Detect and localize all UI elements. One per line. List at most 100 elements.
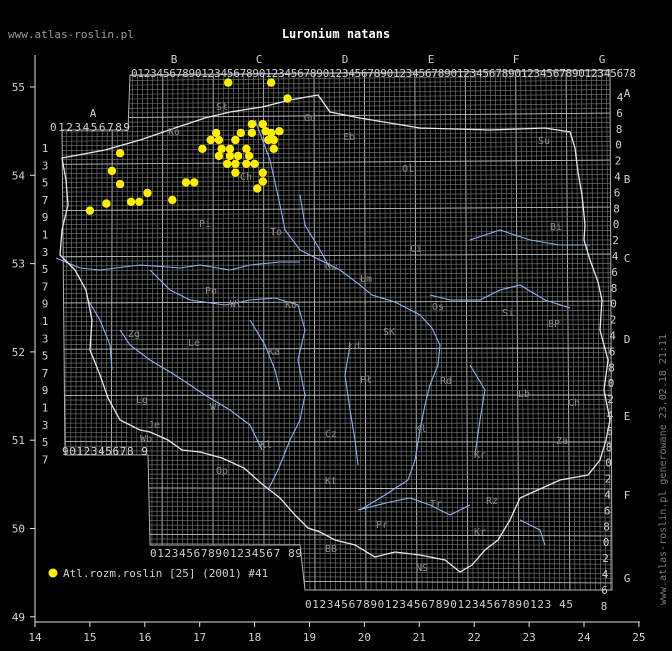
region-label: Kl [415, 424, 427, 435]
grid-row-letter: G [624, 572, 631, 585]
occurrence-point[interactable] [266, 78, 276, 87]
y-tick-label: 50 [12, 523, 25, 536]
grid-row-letter: B [624, 173, 631, 186]
grid-row-digit: 5 [42, 263, 49, 276]
y-tick-label: 52 [12, 346, 25, 359]
occurrence-point[interactable] [233, 151, 243, 161]
region-label: Gd [304, 113, 316, 124]
occurrence-point[interactable] [214, 151, 224, 161]
region-label: Pr [376, 520, 388, 531]
x-tick-label: 24 [577, 631, 591, 644]
occurrence-point[interactable] [214, 135, 224, 145]
occurrence-point[interactable] [223, 159, 232, 168]
occurrence-point[interactable] [231, 135, 240, 145]
grid-row-digit: 8 [606, 441, 613, 454]
occurrence-point[interactable] [236, 128, 246, 138]
occurrence-point[interactable] [135, 197, 144, 206]
occurrence-point[interactable] [190, 178, 199, 187]
region-label: Pi [199, 219, 211, 230]
grid-row-digit: 5 [42, 177, 49, 190]
occurrence-point[interactable] [258, 177, 267, 186]
x-tick-label: 16 [138, 631, 151, 644]
grid-row-digit: 1 [42, 402, 49, 415]
grid-row-digit: 3 [42, 246, 49, 259]
x-tick-label: 15 [83, 631, 96, 644]
legend: Atl.rozm.roslin [25] (2001) #41 [48, 567, 268, 580]
grid-row-digit: 2 [610, 314, 617, 327]
region-label: Ch [240, 172, 252, 183]
occurrence-point[interactable] [115, 149, 125, 158]
region-label: Kr [474, 450, 486, 461]
occurrence-point[interactable] [115, 179, 125, 189]
grid-row-digit: 7 [42, 453, 49, 466]
occurrence-point[interactable] [198, 144, 207, 153]
region-label: SK [383, 327, 395, 338]
grid-row-digit: 0 [605, 457, 612, 470]
grid-col-letter: B [171, 53, 178, 66]
occurrence-point[interactable] [247, 128, 257, 138]
occurrence-point[interactable] [242, 159, 251, 168]
occurrence-point[interactable] [206, 135, 215, 145]
occurrence-point[interactable] [126, 197, 136, 206]
map-title: Luronium natans [282, 27, 390, 41]
occurrence-point[interactable] [283, 94, 292, 103]
grid-row-digit: 4 [614, 171, 621, 184]
region-label: Su [538, 136, 550, 147]
region-label: Ci [410, 244, 422, 255]
region-label: Zg [128, 329, 140, 340]
region-label: Za [556, 436, 568, 447]
grid-col-letter: A [90, 107, 97, 120]
region-label: Wb [140, 434, 152, 445]
distribution-map: Sł Gd Eb Su Ol Ko Ch Pi Bi Ci Gw To Łm Po Wł Os Ko Si BP Zg… [8, 27, 669, 644]
grid-row-digit: 9 [42, 384, 49, 397]
x-tick-label: 14 [28, 631, 42, 644]
grid-row-digit: 2 [602, 552, 609, 565]
region-label: Wł [230, 299, 242, 310]
occurrence-point[interactable] [250, 159, 259, 168]
occurrence-point[interactable] [258, 168, 267, 177]
occurrence-point[interactable] [275, 127, 284, 136]
grid-row-digit: 1 [42, 229, 49, 242]
region-label: Ko [285, 300, 297, 311]
site-url[interactable]: www.atlas-roslin.pl [8, 28, 134, 41]
region-label: Ol [402, 164, 414, 175]
grid-row-digit: 2 [615, 155, 622, 168]
grid-row-digit: 2 [607, 393, 614, 406]
grid-row-digit: 2 [605, 473, 612, 486]
grid-row-digit: 4 [604, 489, 611, 502]
occurrence-point[interactable] [231, 168, 240, 177]
occurrence-point[interactable] [102, 199, 111, 208]
occurrence-point[interactable] [225, 151, 235, 161]
grid-col-letter: C [256, 53, 263, 66]
grid-row-digit: 0 [615, 139, 622, 152]
river-line [55, 257, 231, 271]
occurrence-point[interactable] [85, 206, 95, 215]
region-label: Kt [325, 476, 337, 487]
region-label: Ko [168, 127, 180, 138]
region-label: Kr [474, 527, 486, 538]
occurrence-point[interactable] [247, 119, 257, 129]
occurrence-point[interactable] [168, 195, 177, 205]
occurrence-point[interactable] [269, 135, 278, 145]
grid-row-letter: D [624, 333, 631, 346]
grid-row-digit: 2 [612, 234, 619, 247]
occurrence-point[interactable] [107, 166, 117, 176]
occurrence-point[interactable] [231, 159, 240, 168]
occurrence-point[interactable] [244, 151, 254, 161]
occurrence-point[interactable] [143, 188, 152, 198]
grid-row-digit: 3 [42, 419, 49, 432]
x-tick-label: 21 [413, 631, 426, 644]
grid-row-digit: 0 [613, 218, 620, 231]
occurrence-point[interactable] [181, 178, 191, 187]
x-tick-label: 18 [248, 631, 261, 644]
grid-row-digit: 6 [606, 425, 613, 438]
occurrence-point[interactable] [269, 144, 278, 153]
grid-row-digit: 7 [42, 280, 49, 293]
grid-row-digit: 5 [42, 350, 49, 363]
grid-row-digit: 8 [616, 123, 623, 136]
grid-row-digit: 0 [610, 298, 617, 311]
y-tick-label: 55 [12, 81, 25, 94]
occurrence-point[interactable] [253, 184, 262, 193]
occurrence-point[interactable] [224, 78, 233, 87]
grid-row-digit: 1 [42, 142, 49, 155]
